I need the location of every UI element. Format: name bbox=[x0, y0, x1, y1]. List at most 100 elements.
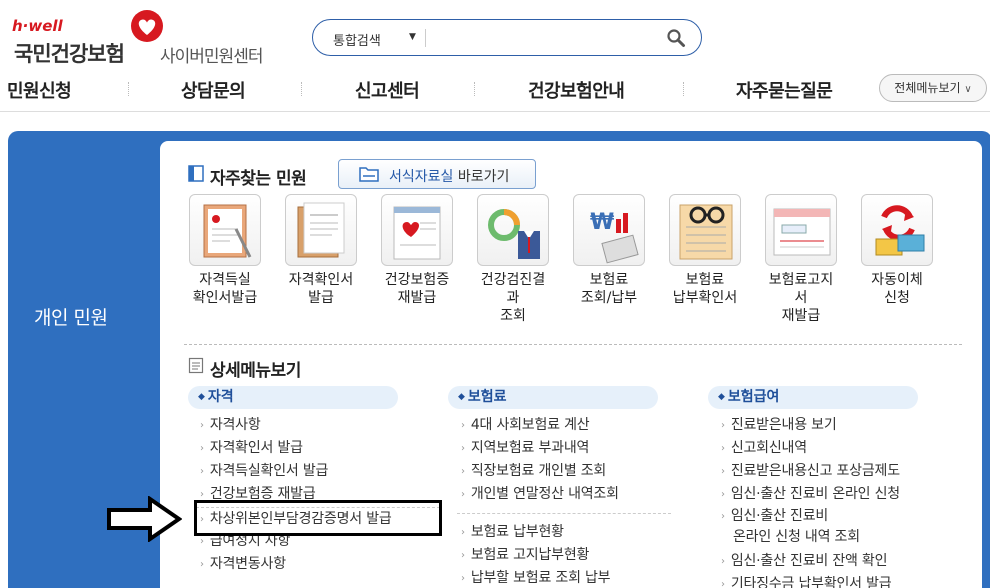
chevron-right-icon: › bbox=[461, 573, 465, 584]
tile-qualification-confirmation[interactable] bbox=[285, 194, 357, 266]
all-menu-button[interactable]: 전체메뉴보기 ∨ bbox=[879, 74, 987, 102]
chevron-right-icon: › bbox=[200, 443, 204, 454]
link-other-collection-certificate[interactable]: › 기타징수금 납부확인서 발급 bbox=[721, 573, 892, 588]
link-pregnancy-balance[interactable]: › 임신·출산 진료비 잔액 확인 bbox=[721, 550, 887, 570]
link-workplace-premium[interactable]: › 직장보험료 개인별 조회 bbox=[461, 460, 606, 480]
tile-auto-transfer[interactable] bbox=[861, 194, 933, 266]
insurance-card-icon bbox=[393, 206, 441, 260]
link-label: 자격확인서 발급 bbox=[209, 440, 303, 456]
link-premium-payment-status[interactable]: › 보험료 납부현황 bbox=[461, 521, 564, 541]
tile-label[interactable]: 자격확인서 발급 bbox=[273, 271, 369, 307]
link-label: 기타징수금 납부확인서 발급 bbox=[730, 576, 892, 588]
tile-insurance-card-reissue[interactable] bbox=[381, 194, 453, 266]
section-divider bbox=[184, 344, 962, 345]
tile-label[interactable]: 자격득실 확인서발급 bbox=[177, 271, 273, 307]
nav-item-civil-application[interactable]: 민원신청 bbox=[7, 77, 72, 103]
tile-label-line: 보험료 bbox=[685, 272, 725, 288]
link-pregnancy-online-history[interactable]: › 임신·출산 진료비 온라인 신청 내역 조회 bbox=[721, 506, 860, 548]
nav-separator bbox=[301, 82, 302, 96]
tile-label[interactable]: 보험료 조회/납부 bbox=[561, 271, 657, 307]
tile-qualification-certificate[interactable] bbox=[189, 194, 261, 266]
nav-separator bbox=[683, 82, 684, 96]
tile-label-line: 납부확인서 bbox=[672, 290, 738, 306]
link-qualification-info[interactable]: › 자격사항 bbox=[200, 414, 261, 434]
diamond-bullet-icon: ◆ bbox=[458, 392, 465, 402]
tile-label-line: 조회 bbox=[500, 308, 526, 324]
link-report-reply-history[interactable]: › 신고회신내역 bbox=[721, 437, 807, 457]
tile-label-line: 건강검진결 bbox=[480, 272, 546, 288]
tile-premium-payment-certificate[interactable] bbox=[669, 194, 741, 266]
caret-down-icon[interactable]: ▼ bbox=[409, 32, 416, 42]
link-label: 납부할 보험료 조회 납부 bbox=[470, 570, 611, 586]
forms-library-rest: 바로가기 bbox=[453, 169, 510, 185]
link-year-end-settlement[interactable]: › 개인별 연말정산 내역조회 bbox=[461, 483, 619, 503]
link-qualification-changes[interactable]: › 자격변동사항 bbox=[200, 553, 286, 573]
diamond-bullet-icon: ◆ bbox=[198, 392, 205, 402]
link-premium-due-inquiry[interactable]: › 납부할 보험료 조회 납부 bbox=[461, 567, 611, 587]
category-benefits[interactable]: ◆ 보험급여 bbox=[708, 386, 918, 409]
search-scope-select[interactable]: 통합검색 bbox=[333, 30, 381, 49]
tile-label[interactable]: 건강검진결 과 조회 bbox=[465, 271, 561, 325]
document-list-icon bbox=[188, 357, 204, 374]
main-navigation: 민원신청 상담문의 신고센터 건강보험안내 자주묻는질문 전체메뉴보기 ∨ bbox=[0, 66, 990, 112]
chevron-right-icon: › bbox=[721, 579, 725, 588]
right-arrow-icon bbox=[107, 496, 182, 542]
category-label: 보험료 bbox=[467, 389, 507, 405]
nav-item-report-center[interactable]: 신고센터 bbox=[355, 77, 420, 103]
link-label: 직장보험료 개인별 조회 bbox=[470, 463, 607, 479]
category-label: 보험급여 bbox=[727, 389, 780, 405]
all-menu-label: 전체메뉴보기 bbox=[894, 81, 961, 95]
chevron-right-icon: › bbox=[461, 527, 465, 538]
chevron-right-icon: › bbox=[461, 550, 465, 561]
link-treatment-report-reward[interactable]: › 진료받은내용신고 포상금제도 bbox=[721, 460, 900, 480]
chevron-right-icon: › bbox=[461, 466, 465, 477]
category-qualification[interactable]: ◆ 자격 bbox=[188, 386, 398, 409]
chevron-right-icon: › bbox=[721, 556, 725, 567]
search-icon[interactable] bbox=[666, 28, 686, 48]
chevron-right-icon: › bbox=[200, 489, 204, 500]
link-treatment-history[interactable]: › 진료받은내용 보기 bbox=[721, 414, 837, 434]
tile-label-line: 조회/납부 bbox=[580, 290, 638, 306]
tile-label[interactable]: 자동이체 신청 bbox=[849, 271, 945, 307]
nav-item-consultation[interactable]: 상담문의 bbox=[181, 77, 246, 103]
glasses-ledger-icon bbox=[679, 204, 733, 260]
link-four-insurances-calc[interactable]: › 4대 사회보험료 계산 bbox=[461, 414, 590, 434]
link-regional-premium[interactable]: › 지역보험료 부과내역 bbox=[461, 437, 589, 457]
nav-item-faq[interactable]: 자주묻는질문 bbox=[736, 77, 833, 103]
tile-premium-payment[interactable]: ₩ bbox=[573, 194, 645, 266]
diamond-bullet-icon: ◆ bbox=[718, 392, 725, 402]
chevron-right-icon: › bbox=[721, 466, 725, 477]
search-bar: 통합검색 ▼ bbox=[312, 19, 702, 56]
chevron-right-icon: › bbox=[461, 420, 465, 431]
link-label: 신고회신내역 bbox=[730, 440, 807, 456]
tile-label-line: 보험료 bbox=[589, 272, 629, 288]
tile-label[interactable]: 건강보험증 재발급 bbox=[369, 271, 465, 307]
side-tab-label: 개인 민원 bbox=[34, 307, 108, 329]
frequent-services-title: 자주찾는 민원 bbox=[210, 169, 307, 189]
search-divider bbox=[425, 29, 426, 47]
tile-premium-notice-reissue[interactable] bbox=[765, 194, 837, 266]
search-input[interactable] bbox=[431, 25, 651, 50]
link-label-second-line: 온라인 신청 내역 조회 bbox=[733, 529, 860, 545]
tile-label[interactable]: 보험료고지 서 재발급 bbox=[753, 271, 849, 325]
nav-item-insurance-guide[interactable]: 건강보험안내 bbox=[528, 77, 625, 103]
chevron-down-icon: ∨ bbox=[964, 84, 972, 95]
chevron-right-icon: › bbox=[721, 489, 725, 500]
link-label: 자격변동사항 bbox=[209, 556, 286, 572]
forms-library-button[interactable]: 서식자료실 바로가기 bbox=[338, 159, 536, 189]
link-label: 자격사항 bbox=[209, 417, 261, 433]
link-premium-notice-status[interactable]: › 보험료 고지납부현황 bbox=[461, 544, 589, 564]
link-label: 임신·출산 진료비 온라인 신청 bbox=[730, 486, 900, 502]
tile-label-line: 재발급 bbox=[397, 290, 437, 306]
tile-health-checkup-results[interactable] bbox=[477, 194, 549, 266]
tile-label-line: 자동이체 bbox=[871, 272, 923, 288]
category-premium[interactable]: ◆ 보험료 bbox=[448, 386, 658, 409]
link-label: 임신·출산 진료비 bbox=[730, 508, 829, 524]
tile-label-line: 자격득실 bbox=[199, 272, 251, 288]
link-qualification-certificate[interactable]: › 자격확인서 발급 bbox=[200, 437, 303, 457]
link-label: 보험료 고지납부현황 bbox=[470, 547, 590, 563]
link-pregnancy-online-apply[interactable]: › 임신·출산 진료비 온라인 신청 bbox=[721, 483, 900, 503]
won-chart-icon: ₩ bbox=[590, 210, 639, 264]
tile-label[interactable]: 보험료 납부확인서 bbox=[657, 271, 753, 307]
link-qualification-gain-loss[interactable]: › 자격득실확인서 발급 bbox=[200, 460, 328, 480]
